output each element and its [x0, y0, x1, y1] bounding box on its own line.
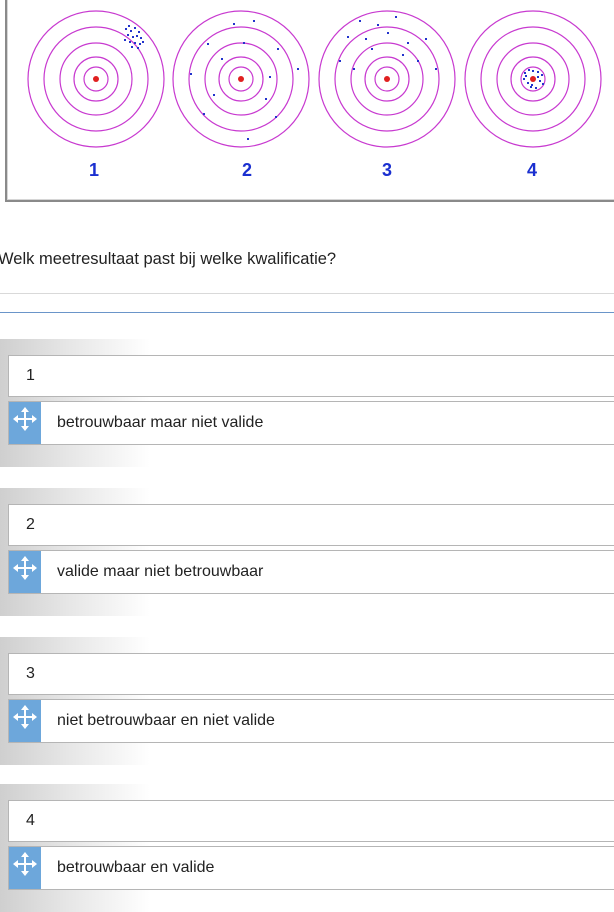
drop-slot-4[interactable]: 4	[8, 800, 614, 842]
target-3	[318, 10, 456, 148]
target-label-1: 1	[89, 160, 99, 180]
drop-slot-3[interactable]: 3	[8, 653, 614, 695]
draggable-answer-1[interactable]: betrouwbaar maar niet valide	[8, 401, 614, 445]
drop-slot-2[interactable]: 2	[8, 504, 614, 546]
match-group-3: 3 niet betrouwbaar en niet valide	[0, 637, 614, 765]
match-group-4: 4 betrouwbaar en valide	[0, 784, 614, 912]
drop-slot-1[interactable]: 1	[8, 355, 614, 397]
answer-label: niet betrouwbaar en niet valide	[57, 712, 275, 729]
draggable-answer-2[interactable]: valide maar niet betrouwbaar	[8, 550, 614, 594]
target-figure: 1 2 3 4	[5, 0, 614, 202]
move-handle-icon[interactable]	[9, 700, 41, 742]
question-text: Welk meetresultaat past bij welke kwalif…	[0, 250, 337, 268]
target-4	[464, 10, 602, 148]
targets-illustration: 1 2 3 4	[27, 10, 602, 180]
answer-label: valide maar niet betrouwbaar	[57, 563, 264, 580]
target-label-2: 2	[242, 160, 252, 180]
answer-area-divider	[0, 312, 614, 313]
target-2	[172, 10, 310, 148]
move-handle-icon[interactable]	[9, 402, 41, 444]
answer-label: betrouwbaar en valide	[57, 859, 215, 876]
draggable-answer-3[interactable]: niet betrouwbaar en niet valide	[8, 699, 614, 743]
match-group-1: 1 betrouwbaar maar niet valide	[0, 339, 614, 467]
answer-label: betrouwbaar maar niet valide	[57, 414, 264, 431]
match-group-2: 2 valide maar niet betrouwbaar	[0, 488, 614, 616]
target-1	[27, 10, 165, 148]
move-handle-icon[interactable]	[9, 847, 41, 889]
target-label-4: 4	[527, 160, 537, 180]
draggable-answer-4[interactable]: betrouwbaar en valide	[8, 846, 614, 890]
move-handle-icon[interactable]	[9, 551, 41, 593]
divider	[0, 293, 614, 294]
target-label-3: 3	[382, 160, 392, 180]
